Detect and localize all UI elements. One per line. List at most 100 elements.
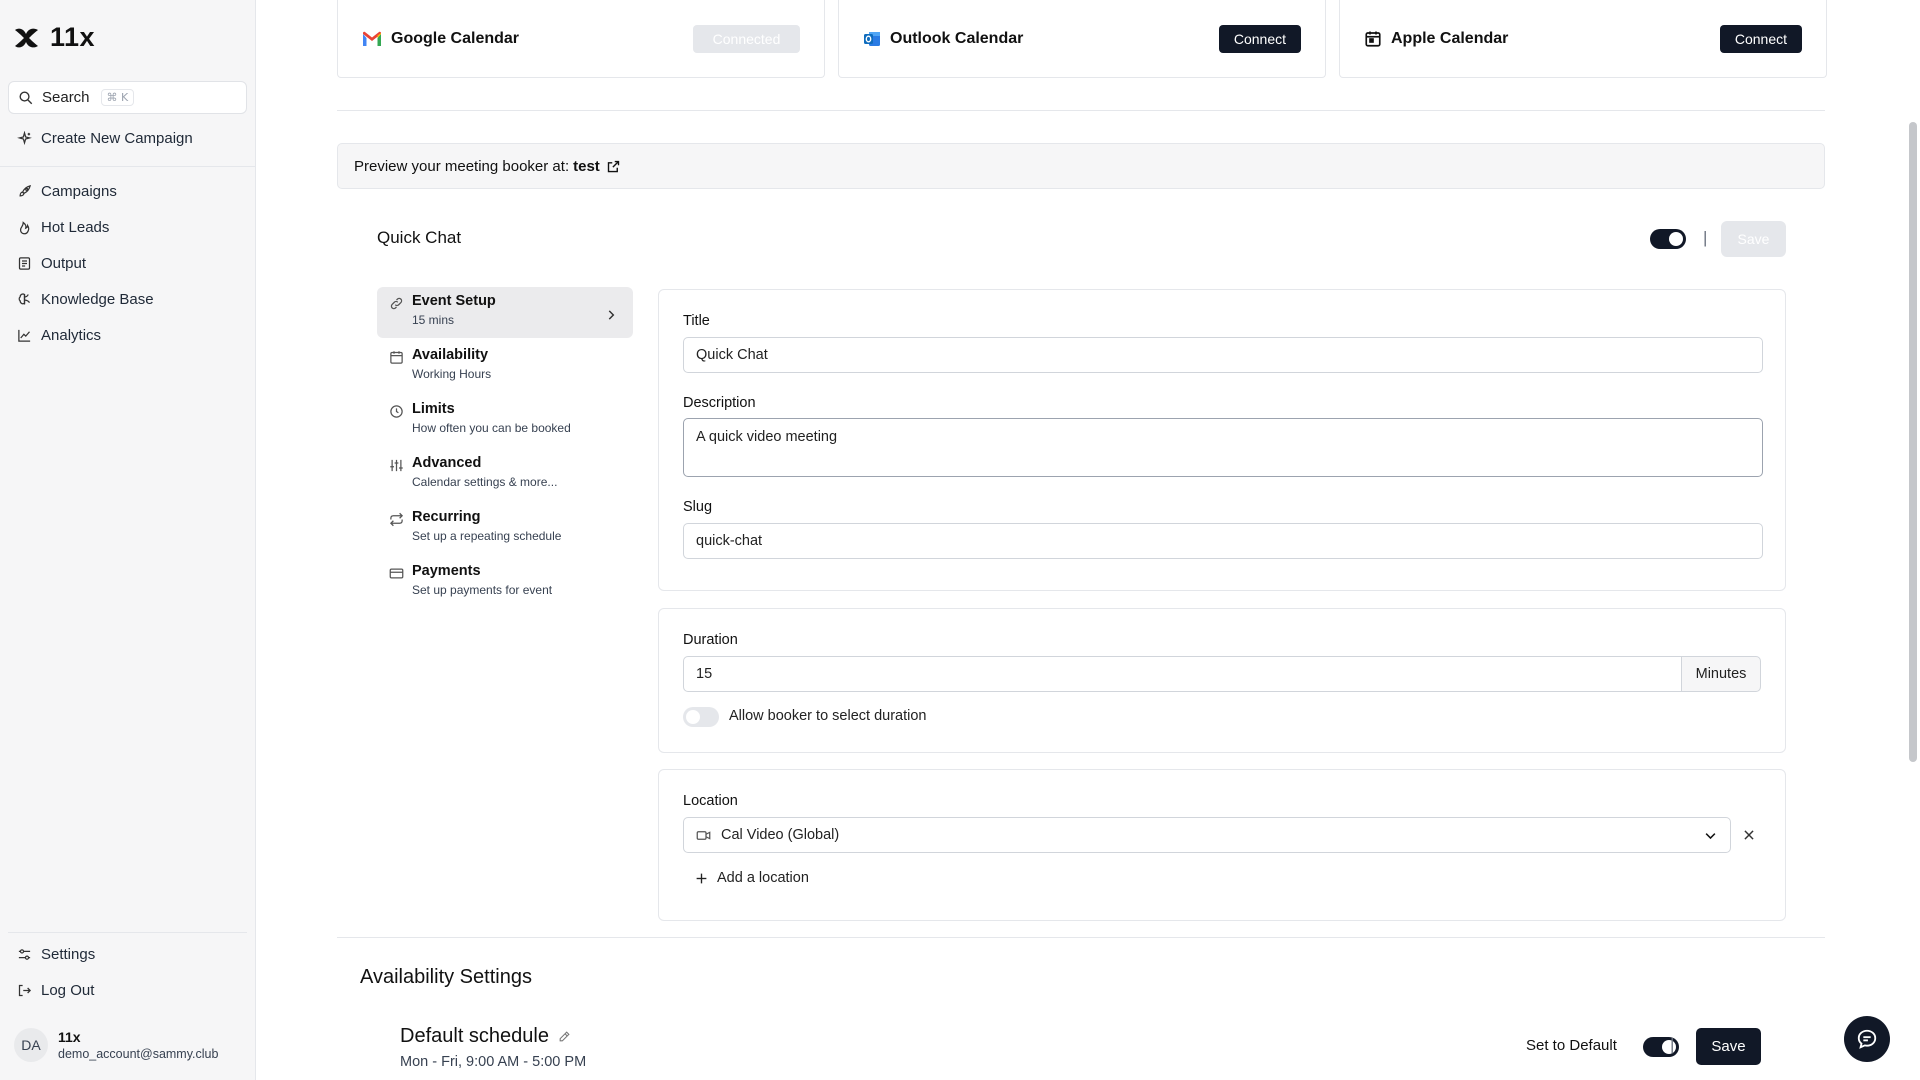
avatar: DA <box>14 1028 48 1062</box>
sidebar-divider <box>0 166 255 167</box>
event-details-panel: Title Quick Chat Description A quick vid… <box>658 289 1786 591</box>
document-icon <box>18 256 31 270</box>
sparkle-icon <box>17 130 32 145</box>
preview-banner: Preview your meeting booker at: test <box>337 143 1825 189</box>
tab-title: Limits <box>412 401 455 417</box>
chevron-right-icon <box>608 310 615 320</box>
title-input[interactable]: Quick Chat <box>683 337 1763 373</box>
calendar-icon <box>1365 31 1381 47</box>
add-location-button[interactable]: Add a location <box>695 870 809 886</box>
calendar-icon <box>390 351 403 364</box>
allow-duration-label: Allow booker to select duration <box>729 708 927 724</box>
user-name: 11x <box>58 1029 81 1045</box>
location-panel: Location Cal Video (Global) Add a locati… <box>658 769 1786 921</box>
sidebar-item-label: Knowledge Base <box>41 290 154 308</box>
tab-subtitle: Set up payments for event <box>412 583 553 597</box>
sidebar-item-analytics[interactable]: Analytics <box>17 324 101 346</box>
separator: | <box>1703 228 1708 247</box>
slug-label: Slug <box>683 499 713 515</box>
sidebar-item-hot-leads[interactable]: Hot Leads <box>17 216 109 238</box>
tab-limits[interactable]: Limits How often you can be booked <box>377 395 633 446</box>
event-enabled-toggle[interactable] <box>1650 229 1686 249</box>
sidebar-item-knowledge-base[interactable]: Knowledge Base <box>17 288 154 310</box>
tab-subtitle: Working Hours <box>412 367 492 381</box>
sidebar-item-output[interactable]: Output <box>17 252 86 274</box>
external-link-icon[interactable] <box>606 159 621 174</box>
user-profile[interactable]: DA 11x demo_account@sammy.club <box>14 1028 218 1062</box>
tab-availability[interactable]: Availability Working Hours <box>377 341 633 392</box>
chevron-down-icon <box>1705 832 1716 839</box>
search-icon <box>19 91 33 105</box>
repeat-icon <box>389 512 404 527</box>
scrollbar[interactable] <box>1906 0 1920 1080</box>
sidebar-item-label: Analytics <box>41 326 102 344</box>
schedule-save-button[interactable]: Save <box>1696 1028 1761 1065</box>
preview-text: Preview your meeting booker at: <box>354 157 570 175</box>
schedule-hours: Mon - Fri, 9:00 AM - 5:00 PM <box>400 1054 587 1070</box>
sidebar-item-settings[interactable]: Settings <box>17 943 95 965</box>
tab-title: Payments <box>412 563 481 579</box>
settings-label: Settings <box>41 945 96 963</box>
preview-link[interactable]: test <box>573 158 600 175</box>
main-content: Google Calendar Connected Outlook Calend… <box>256 0 1906 1080</box>
search-box[interactable]: Search ⌘ K <box>8 81 247 114</box>
search-label: Search <box>42 89 90 106</box>
description-label: Description <box>683 395 756 411</box>
duration-label: Duration <box>683 632 738 648</box>
schedule-name[interactable]: Default schedule <box>400 1025 571 1048</box>
sidebar-bottom-divider <box>8 932 247 933</box>
outlook-icon <box>864 31 880 46</box>
tab-title: Recurring <box>412 509 481 525</box>
flame-icon <box>19 220 30 234</box>
logout-label: Log Out <box>41 981 95 999</box>
tab-title: Advanced <box>412 455 482 471</box>
video-icon <box>696 830 711 840</box>
brand-mark-icon <box>15 28 38 47</box>
google-connected-button[interactable]: Connected <box>693 24 800 53</box>
duration-unit: Minutes <box>1681 656 1761 692</box>
create-campaign-button[interactable]: Create New Campaign <box>17 127 193 149</box>
logout-icon <box>18 984 32 996</box>
link-icon <box>390 297 403 310</box>
logout-button[interactable]: Log Out <box>17 979 94 1001</box>
remove-location-icon[interactable] <box>1742 828 1756 842</box>
section-divider <box>337 110 1825 111</box>
description-textarea[interactable]: A quick video meeting <box>683 418 1763 477</box>
outlook-connect-button[interactable]: Connect <box>1218 24 1301 53</box>
brand-name: 11x <box>50 22 96 52</box>
settings-sliders-icon <box>18 948 31 960</box>
tab-recurring[interactable]: Recurring Set up a repeating schedule <box>377 503 633 554</box>
tab-advanced[interactable]: Advanced Calendar settings & more... <box>377 449 633 500</box>
calendar-name: Outlook Calendar <box>890 29 1024 47</box>
add-location-label: Add a location <box>717 870 809 886</box>
duration-input[interactable]: 15 <box>683 656 1684 692</box>
chat-support-button[interactable] <box>1844 1016 1890 1062</box>
pencil-icon[interactable] <box>558 1030 571 1043</box>
gmail-icon <box>363 31 381 46</box>
calendar-name: Google Calendar <box>391 29 520 47</box>
user-email: demo_account@sammy.club <box>58 1047 219 1061</box>
tab-event-setup[interactable]: Event Setup 15 mins <box>377 287 633 338</box>
rocket-icon <box>19 184 31 197</box>
slug-input[interactable]: quick-chat <box>683 523 1763 559</box>
tab-payments[interactable]: Payments Set up payments for event <box>377 557 633 608</box>
sidebar-item-campaigns[interactable]: Campaigns <box>17 180 117 202</box>
calendar-name: Apple Calendar <box>1391 29 1509 47</box>
set-default-label: Set to Default <box>1526 1037 1617 1054</box>
scrollbar-thumb[interactable] <box>1909 122 1917 762</box>
sidebar-item-label: Output <box>41 254 87 272</box>
create-campaign-label: Create New Campaign <box>41 129 193 147</box>
brand-logo[interactable]: 11x <box>12 22 95 53</box>
schedule-name-text: Default schedule <box>400 1025 549 1047</box>
tab-title: Event Setup <box>412 293 496 309</box>
outlook-calendar-card: Outlook Calendar Connect <box>838 0 1326 78</box>
location-select[interactable]: Cal Video (Global) <box>683 817 1731 853</box>
event-save-button[interactable]: Save <box>1721 221 1786 257</box>
duration-panel: Duration 15 Minutes Allow booker to sele… <box>658 608 1786 753</box>
sidebar: 11x Search ⌘ K Create New Campaign Campa… <box>0 0 256 1080</box>
availability-heading: Availability Settings <box>360 966 532 988</box>
location-label: Location <box>683 793 738 809</box>
search-shortcut: ⌘ K <box>100 89 135 106</box>
apple-connect-button[interactable]: Connect <box>1719 24 1802 53</box>
allow-duration-toggle[interactable] <box>683 707 719 727</box>
